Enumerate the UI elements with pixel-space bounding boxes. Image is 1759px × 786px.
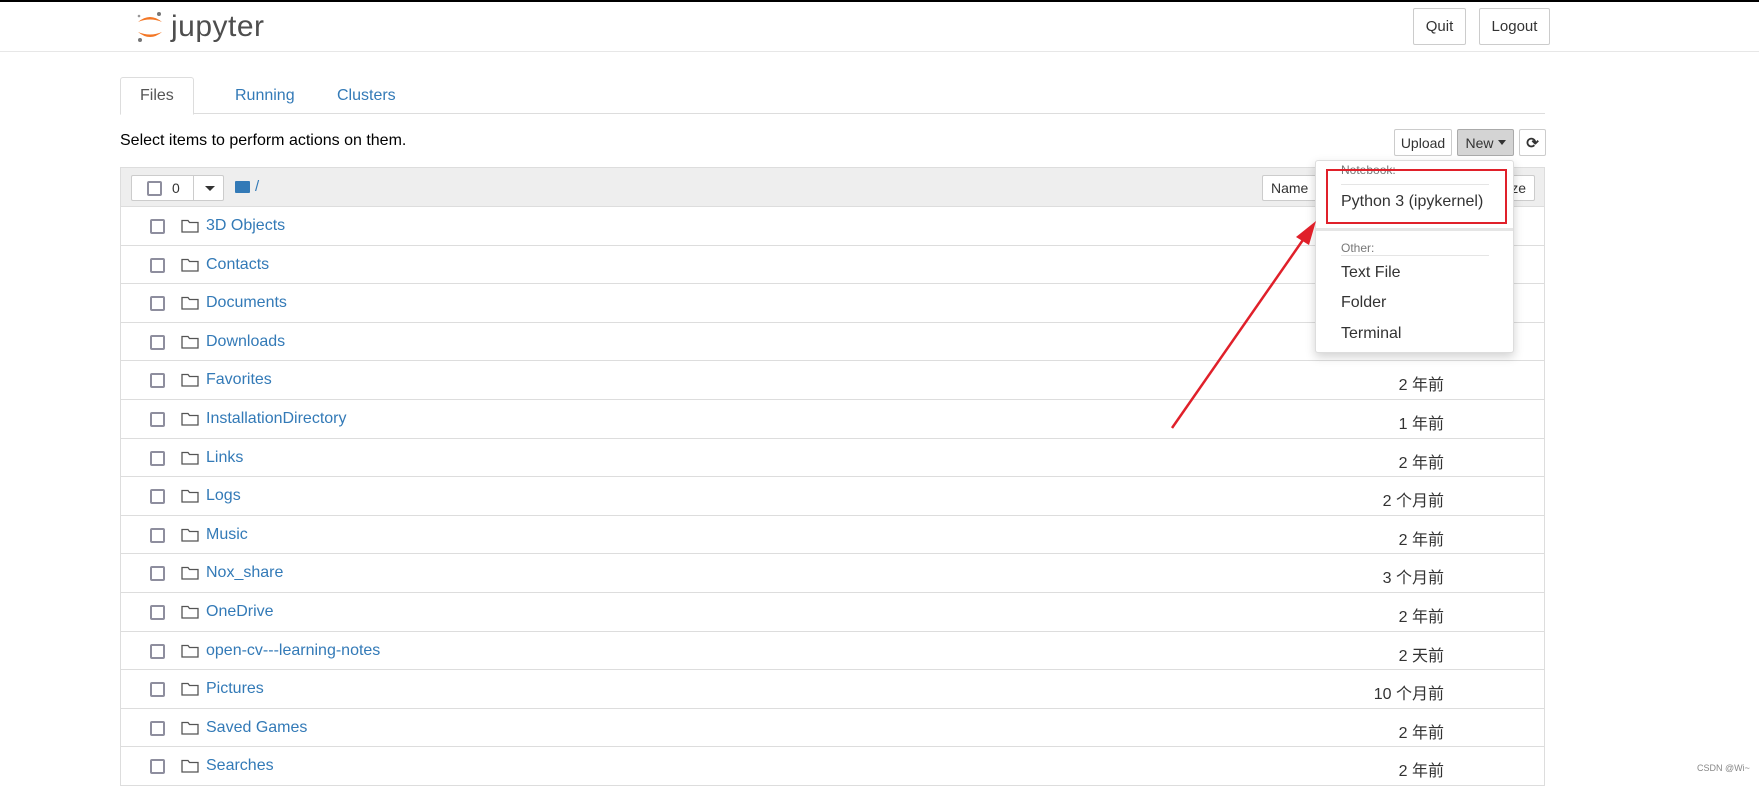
watermark: CSDN @Wi~ [1697,763,1750,773]
annotation-arrow-icon [1170,221,1316,429]
